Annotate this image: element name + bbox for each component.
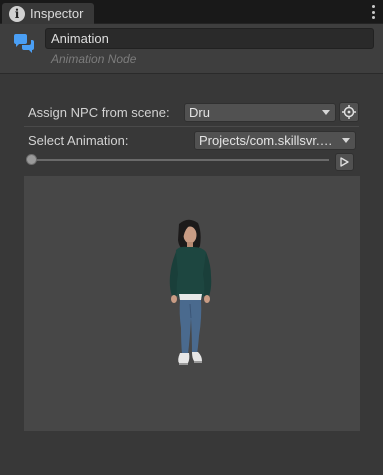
node-type-subtitle: Animation Node [51,52,137,66]
tab-inspector[interactable]: i Inspector [2,3,94,24]
select-animation-label: Select Animation: [28,133,129,148]
chevron-down-icon [342,138,350,143]
chevron-down-icon [322,110,330,115]
npc-dropdown[interactable]: Dru [184,103,336,122]
separator [24,126,359,127]
pick-npc-button[interactable] [339,102,359,122]
npc-dropdown-value: Dru [189,105,210,120]
info-icon: i [9,5,25,22]
play-icon [340,157,349,167]
play-button[interactable] [335,153,354,171]
slider-thumb[interactable] [26,154,37,165]
npc-character-model [169,219,212,365]
tab-bar: i Inspector [0,0,383,24]
crosshair-icon [342,105,356,119]
animation-dropdown[interactable]: Projects/com.skillsvr.a... [194,131,356,150]
animation-dropdown-value: Projects/com.skillsvr.a... [199,133,338,148]
component-header: Animation Node [0,24,383,74]
chat-bubbles-icon [14,34,34,53]
assign-npc-label: Assign NPC from scene: [28,105,170,120]
more-options-icon[interactable] [370,5,376,19]
animation-timeline-slider[interactable] [31,159,329,161]
animation-preview [24,176,360,431]
node-name-field[interactable] [45,28,374,49]
tab-label: Inspector [30,6,84,21]
